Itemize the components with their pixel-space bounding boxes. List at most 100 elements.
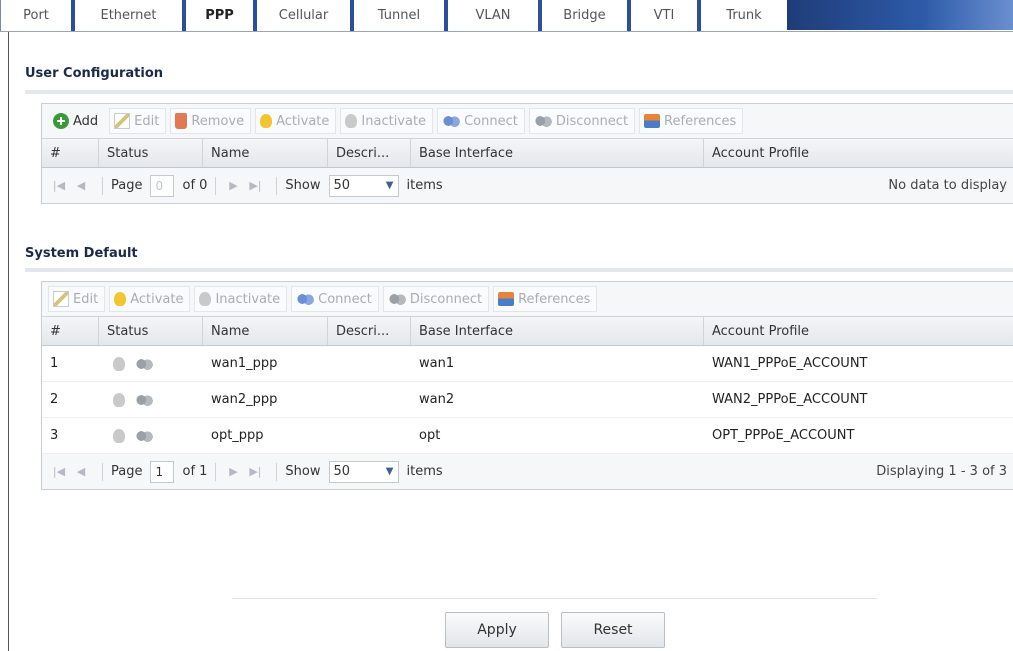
edit-button[interactable]: Edit xyxy=(109,108,167,134)
column-status[interactable]: Status xyxy=(99,139,203,167)
connect-icon xyxy=(296,292,315,306)
row-account-profile: WAN2_PPPoE_ACCOUNT xyxy=(712,392,868,407)
references-button[interactable]: References xyxy=(639,108,744,134)
references-label: References xyxy=(664,113,737,129)
column-name[interactable]: Name xyxy=(203,139,328,167)
tab-bar-divider xyxy=(0,31,1013,32)
tab-vti[interactable]: VTI xyxy=(627,0,697,31)
connect-icon xyxy=(442,114,461,128)
activate-button[interactable]: Activate xyxy=(255,108,337,134)
remove-button[interactable]: Remove xyxy=(170,108,252,134)
last-page-icon[interactable]: ▶| xyxy=(246,463,264,481)
table-row[interactable]: 2 wan2_ppp wan2 WAN2_PPPoE_ACCOUNT xyxy=(42,382,1013,418)
pager-separator xyxy=(276,462,278,481)
prev-page-icon[interactable]: ◀ xyxy=(72,463,90,481)
page-label: Page xyxy=(111,464,143,479)
disconnected-icon xyxy=(135,356,153,371)
connect-button[interactable]: Connect xyxy=(291,286,379,312)
trash-icon xyxy=(175,113,188,129)
page-number-input[interactable]: 1 xyxy=(150,460,175,483)
page-size-select[interactable]: 50 ▼ xyxy=(328,460,399,483)
page-number-input[interactable]: 0 xyxy=(150,174,175,197)
references-icon xyxy=(644,114,661,128)
prev-page-icon[interactable]: ◀ xyxy=(72,177,90,195)
chevron-down-icon: ▼ xyxy=(385,466,394,477)
row-base-interface: wan2 xyxy=(419,392,455,407)
pager-separator xyxy=(102,462,103,481)
tab-trunk[interactable]: Trunk xyxy=(697,0,787,31)
first-page-icon[interactable]: |◀ xyxy=(50,177,68,195)
tab-ppp[interactable]: PPP xyxy=(182,0,253,31)
lightbulb-off-icon xyxy=(113,392,125,407)
user-config-rule xyxy=(25,90,1013,94)
row-description xyxy=(328,346,411,381)
inactivate-button[interactable]: Inactivate xyxy=(340,108,434,134)
inactivate-label: Inactivate xyxy=(215,291,281,307)
pager-separator xyxy=(215,176,217,195)
table-row[interactable]: 1 wan1_ppp wan1 WAN1_PPPoE_ACCOUNT xyxy=(42,346,1013,382)
next-page-icon[interactable]: ▶ xyxy=(224,177,242,195)
tab-bridge[interactable]: Bridge xyxy=(538,0,627,31)
disconnected-icon xyxy=(135,428,153,443)
column-name[interactable]: Name xyxy=(203,317,328,345)
row-name: wan1_ppp xyxy=(211,356,278,371)
activate-button[interactable]: Activate xyxy=(109,286,191,312)
column-account-profile[interactable]: Account Profile xyxy=(704,317,1013,345)
disconnect-label: Disconnect xyxy=(409,291,483,307)
row-account-profile: WAN1_PPPoE_ACCOUNT xyxy=(712,356,868,371)
column-status[interactable]: Status xyxy=(99,317,203,345)
apply-button[interactable]: Apply xyxy=(445,612,549,648)
table-row[interactable]: 3 opt_ppp opt OPT_PPPoE_ACCOUNT xyxy=(42,418,1013,454)
system-default-toolbar: Edit Activate Inactivate Connect Disconn… xyxy=(42,282,1013,317)
connect-button[interactable]: Connect xyxy=(437,108,525,134)
row-name: opt_ppp xyxy=(211,428,264,443)
system-default-rule xyxy=(25,268,1013,272)
row-base-interface: opt xyxy=(419,428,441,443)
tab-ethernet[interactable]: Ethernet xyxy=(71,0,182,31)
references-button[interactable]: References xyxy=(493,286,598,312)
pager-status: Displaying 1 - 3 of 3 xyxy=(876,464,1007,479)
row-status xyxy=(99,382,203,417)
footer-divider xyxy=(232,598,877,599)
row-status xyxy=(99,346,203,381)
column-account-profile[interactable]: Account Profile xyxy=(704,139,1013,167)
show-label: Show xyxy=(285,178,321,193)
remove-label: Remove xyxy=(191,113,245,129)
disconnect-icon xyxy=(533,114,552,128)
row-number: 2 xyxy=(50,392,59,407)
row-base-interface: wan1 xyxy=(419,356,455,371)
column-number[interactable]: # xyxy=(42,139,99,167)
tab-cellular[interactable]: Cellular xyxy=(253,0,350,31)
inactivate-label: Inactivate xyxy=(361,113,427,129)
references-label: References xyxy=(518,291,591,307)
inactivate-button[interactable]: Inactivate xyxy=(194,286,288,312)
next-page-icon[interactable]: ▶ xyxy=(224,463,242,481)
tab-tunnel[interactable]: Tunnel xyxy=(350,0,444,31)
edit-icon xyxy=(53,291,69,307)
items-label: items xyxy=(406,464,443,479)
reset-button[interactable]: Reset xyxy=(561,612,665,648)
first-page-icon[interactable]: |◀ xyxy=(50,463,68,481)
column-base-interface[interactable]: Base Interface xyxy=(411,139,704,167)
items-label: items xyxy=(406,178,443,193)
lightbulb-off-icon xyxy=(199,292,212,306)
disconnected-icon xyxy=(135,392,153,407)
add-label: Add xyxy=(73,113,99,129)
column-description[interactable]: Descri... xyxy=(328,317,411,345)
column-number[interactable]: # xyxy=(42,317,99,345)
row-name: wan2_ppp xyxy=(211,392,278,407)
edit-label: Edit xyxy=(134,113,160,129)
disconnect-button[interactable]: Disconnect xyxy=(382,286,490,312)
tab-port[interactable]: Port xyxy=(0,0,71,31)
disconnect-button[interactable]: Disconnect xyxy=(528,108,636,134)
column-description[interactable]: Descri... xyxy=(328,139,411,167)
lightbulb-off-icon xyxy=(113,356,125,371)
edit-button[interactable]: Edit xyxy=(48,286,106,312)
page-size-select[interactable]: 50 ▼ xyxy=(328,174,399,197)
column-base-interface[interactable]: Base Interface xyxy=(411,317,704,345)
connect-label: Connect xyxy=(318,291,372,307)
row-status xyxy=(99,418,203,453)
add-button[interactable]: Add xyxy=(48,108,105,134)
tab-vlan[interactable]: VLAN xyxy=(444,0,538,31)
last-page-icon[interactable]: ▶| xyxy=(246,177,264,195)
